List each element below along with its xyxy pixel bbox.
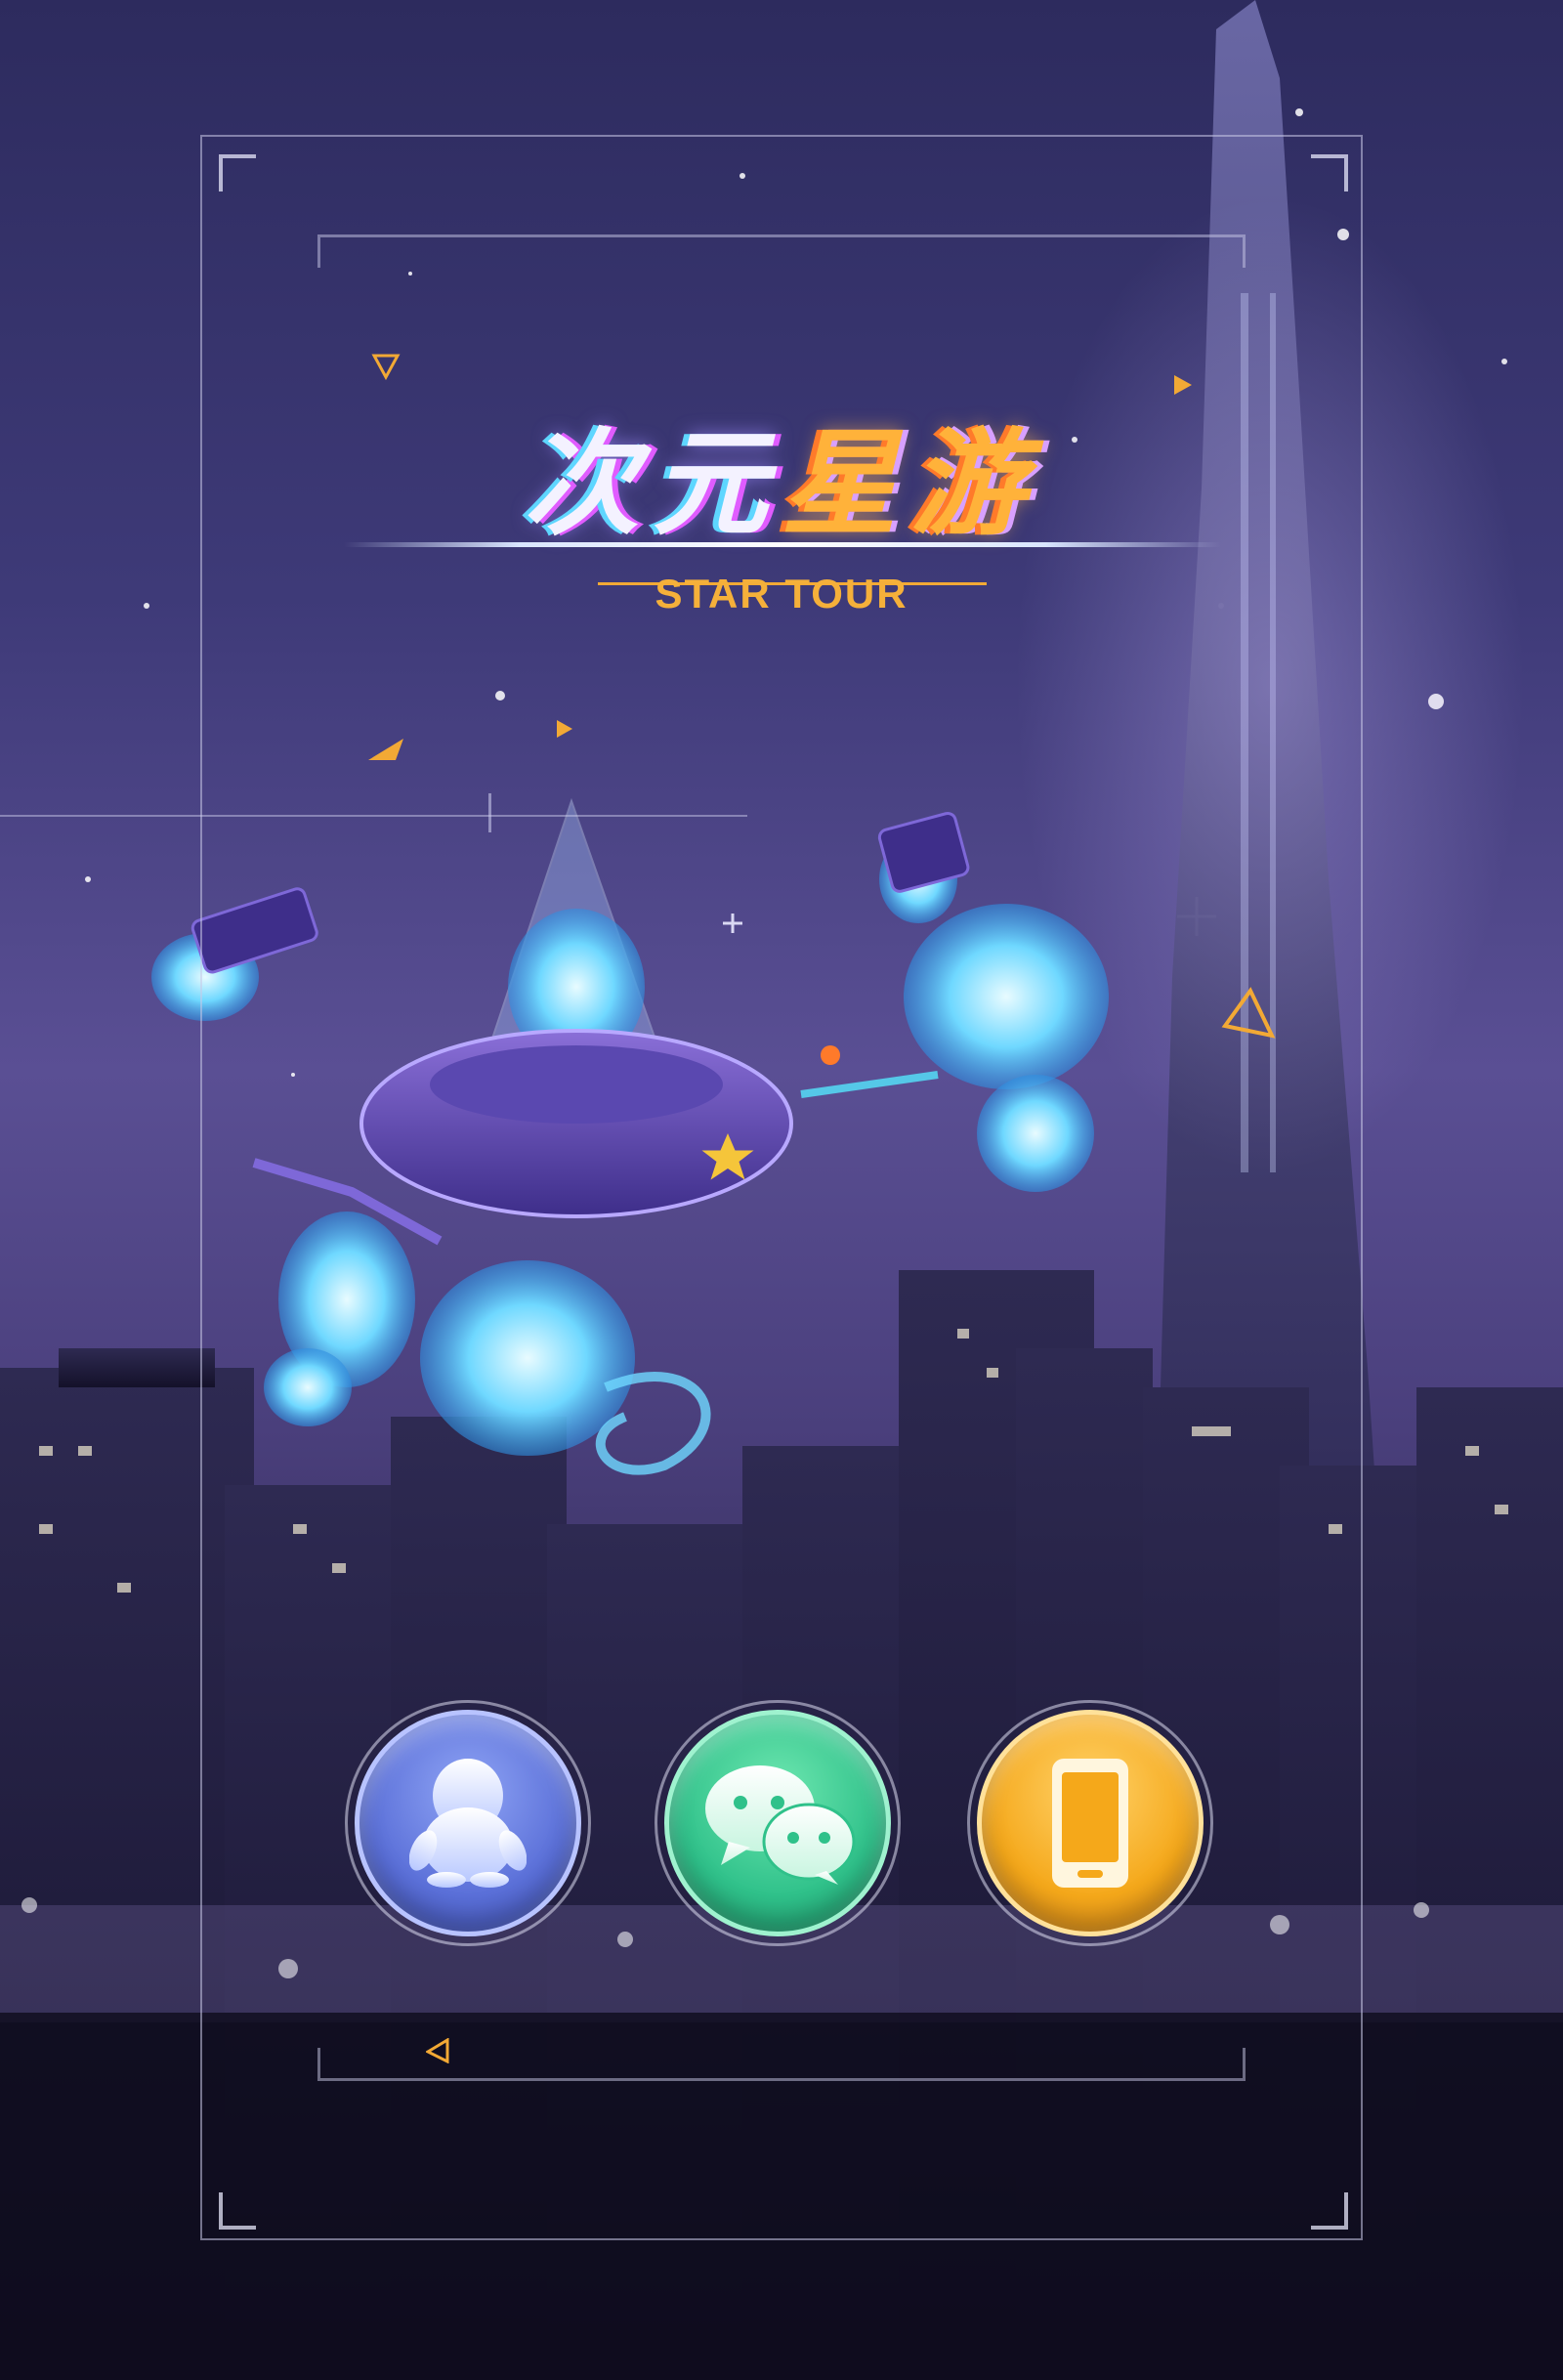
hud-frame-inner-bottom xyxy=(317,2048,1246,2081)
title-part-1: 次元 xyxy=(523,416,782,551)
frame-corner-bottom-left xyxy=(219,2192,256,2230)
hud-tick-mark xyxy=(488,793,491,832)
triangle-icon xyxy=(557,720,572,738)
triangle-outline-icon xyxy=(371,354,401,381)
frame-corner-bottom-right xyxy=(1311,2192,1348,2230)
hud-horizontal-line xyxy=(0,815,747,817)
wechat-login-button-face xyxy=(664,1710,891,1936)
title-underline xyxy=(344,542,1221,547)
frame-corner-top-left xyxy=(219,154,256,191)
triangle-icon xyxy=(368,739,403,760)
triangle-icon xyxy=(1174,375,1192,395)
phone-login-button[interactable] xyxy=(967,1700,1213,1946)
game-title: 次元星游 xyxy=(332,410,1231,557)
game-subtitle: STAR TOUR xyxy=(655,571,908,616)
triangle-outline-icon xyxy=(1221,987,1276,1039)
hud-frame-inner-top xyxy=(317,234,1246,268)
phone-icon xyxy=(1052,1759,1128,1888)
phone-login-button-face xyxy=(977,1710,1204,1936)
qq-login-button[interactable] xyxy=(345,1700,591,1946)
wechat-login-button[interactable] xyxy=(655,1700,901,1946)
title-part-2: 星游 xyxy=(782,416,1040,551)
wechat-icon xyxy=(705,1765,856,1885)
qq-penguin-icon xyxy=(409,1759,527,1888)
game-start-screen: 次元星游 STAR TOUR xyxy=(0,0,1563,2380)
game-title-logo: 次元星游 xyxy=(332,410,1231,576)
frame-corner-top-right xyxy=(1311,154,1348,191)
triangle-outline-icon xyxy=(426,2038,449,2063)
qq-login-button-face xyxy=(355,1710,581,1936)
